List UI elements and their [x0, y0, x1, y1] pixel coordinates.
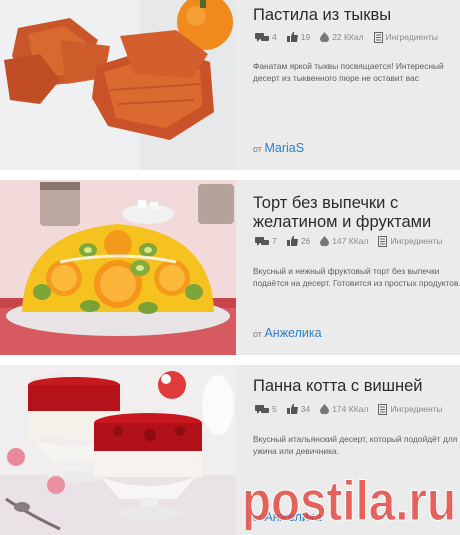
recipe-description-line-1: Вкусный итальянский десерт, который подо…	[253, 434, 458, 444]
recipe-title[interactable]: Панна котта с вишней	[253, 377, 460, 396]
recipe-description: Фанатам яркой тыквы посвящается! Интерес…	[253, 61, 444, 86]
recipe-title[interactable]: Пастила из тыквы	[253, 6, 460, 25]
document-icon	[378, 235, 388, 247]
thumbs-up-icon	[286, 404, 298, 414]
recipe-title[interactable]: Торт без выпечки с желатином и фруктами	[253, 194, 460, 232]
ingredients-link[interactable]: Ингредиенты	[373, 31, 438, 43]
recipe-description-line-2: подаётся на десерт. Готовится из простых…	[253, 278, 460, 288]
comments-count: 5	[255, 404, 277, 414]
recipe-photo-pumpkin-pastila[interactable]	[0, 0, 236, 170]
recipe-author: от Анжелика	[253, 510, 322, 524]
ingredients-link[interactable]: Ингредиенты	[378, 403, 443, 415]
recipe-author: от Анжелика	[253, 326, 322, 340]
likes-count: 19	[286, 32, 310, 42]
author-link[interactable]: Анжелика	[264, 326, 321, 340]
recipe-author: от MariaS	[253, 141, 305, 155]
fruit-cake-image	[0, 180, 236, 355]
comments-icon	[255, 236, 269, 246]
likes-count: 34	[286, 404, 310, 414]
recipe-card[interactable]: Пастила из тыквы 4 19 22 ККал Ингредиент…	[0, 0, 460, 170]
calories: 174 ККал	[320, 404, 368, 414]
calories-icon	[320, 404, 330, 414]
recipe-stats: 4 19 22 ККал Ингредиенты	[255, 30, 448, 44]
document-icon	[373, 31, 383, 43]
comments-icon	[255, 32, 269, 42]
likes-count: 26	[286, 236, 310, 246]
recipe-photo-fruit-cake[interactable]	[0, 180, 236, 355]
thumbs-up-icon	[286, 236, 298, 246]
recipe-card[interactable]: Панна котта с вишней 5 34 174 ККал Ингре…	[0, 365, 460, 535]
calories: 147 ККал	[320, 236, 368, 246]
comments-count: 7	[255, 236, 277, 246]
recipe-description-line-2: ужина или девичника.	[253, 446, 339, 456]
comments-count: 4	[255, 32, 277, 42]
panna-cotta-image	[0, 365, 236, 535]
comments-icon	[255, 404, 269, 414]
recipe-stats: 7 26 147 ККал Ингредиенты	[255, 234, 453, 248]
calories-icon	[320, 32, 330, 42]
calories-icon	[320, 236, 330, 246]
ingredients-link[interactable]: Ингредиенты	[378, 235, 443, 247]
pumpkin-pastila-image	[0, 0, 236, 170]
author-link[interactable]: Анжелика	[264, 510, 321, 524]
thumbs-up-icon	[286, 32, 298, 42]
calories: 22 ККал	[320, 32, 364, 42]
recipe-photo-panna-cotta[interactable]	[0, 365, 236, 535]
recipe-stats: 5 34 174 ККал Ингредиенты	[255, 402, 453, 416]
document-icon	[378, 403, 388, 415]
author-link[interactable]: MariaS	[264, 141, 304, 155]
recipe-card[interactable]: Торт без выпечки с желатином и фруктами …	[0, 180, 460, 355]
recipe-description-line-1: Вкусный и нежный фруктовый торт без выпе…	[253, 266, 440, 276]
